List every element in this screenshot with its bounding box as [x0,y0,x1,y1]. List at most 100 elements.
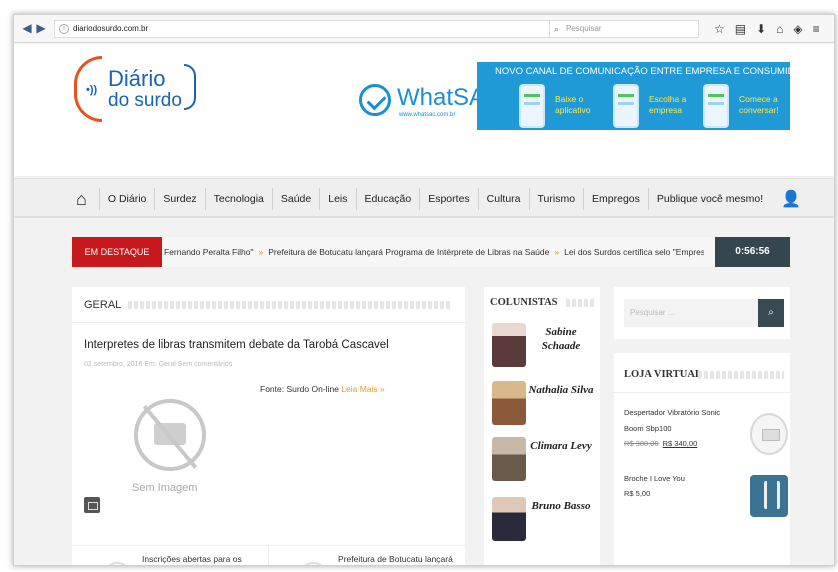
section-stripes [122,301,451,309]
related-post-title[interactable]: Prefeitura de Botucatu lançará [338,554,453,564]
product-price: R$ 380,00 R$ 340,00 [624,439,697,448]
chevron-right-icon: » [258,247,264,257]
info-icon[interactable]: i [59,24,69,34]
image-format-icon [84,497,100,513]
menu-item-surdez[interactable]: Surdez [154,188,204,210]
address-bar[interactable]: i diariodosurdo.com.br ↻ [54,20,634,40]
related-thumb[interactable] [102,562,132,565]
site-logo[interactable]: •)) Diário do surdo [74,56,204,126]
columnists-label: COLUNISTAS [490,297,558,308]
columnist-photo [492,497,526,541]
whatsac-url: www.whatsac.com.br [399,112,456,118]
menu-item-empregos[interactable]: Empregos [583,188,648,210]
related-thumb[interactable] [298,562,328,565]
menu-icon[interactable]: ≡ [813,20,820,38]
whatsac-logo[interactable]: WhatSAC www.whatsac.com.br [359,82,502,132]
browser-search-placeholder: Pesquisar [566,24,602,33]
logo-line2: do surdo [108,90,182,111]
brooch-image[interactable] [750,475,788,517]
logo-right-arc [184,64,196,110]
site-header: •)) Diário do surdo WhatSAC www.whatsac.… [14,44,834,176]
banner-step-label: Escolha a empresa [649,94,687,115]
ticker-item[interactable]: Fernando Peralta Filho" [164,247,253,257]
ticker-item[interactable]: Prefeitura de Botucatu lançará Programa … [268,247,549,257]
columnist-name: Bruno Basso [531,500,591,512]
banner-step: Baixe o aplicativo [519,80,619,130]
browser-window: ◀ ▶ i diariodosurdo.com.br ↻ ⌕ Pesquisar… [13,14,835,566]
columnist-item[interactable]: Bruno Basso [492,495,596,545]
columnist-item[interactable]: Sabine Schaade [492,321,596,371]
bookmark-star-icon[interactable]: ☆ [714,20,725,38]
ad-banner[interactable]: NOVO CANAL DE COMUNICAÇÃO ENTRE EMPRESA … [477,62,790,130]
columnist-item[interactable]: Climara Levy [492,435,596,485]
ticker-tag: EM DESTAQUE [72,237,162,267]
banner-step: Escolha a empresa [613,80,713,130]
read-more-link[interactable]: Leia Mais » [341,384,384,394]
chevron-right-icon: » [554,247,560,257]
download-icon[interactable]: ⬇ [756,20,766,38]
product-name[interactable]: Broche I Love You [624,471,732,487]
columnist-photo [492,323,526,367]
menu-item-o-diario[interactable]: O Diário [98,188,155,210]
main-content: GERAL Interpretes de libras transmitem d… [72,287,465,565]
menu-item-turismo[interactable]: Turismo [528,188,584,210]
columnist-name: Climara Levy [530,440,592,452]
section-stripes [566,299,594,307]
chat-bubble-icon [359,84,391,116]
menu-item-publique[interactable]: Publique você mesmo! [647,188,771,210]
main-menu: ⌂ O Diário Surdez Tecnologia Saúde Leis … [14,178,834,218]
shop-label: LOJA VIRTUAL [624,369,702,380]
menu-item-esportes[interactable]: Esportes [419,188,477,210]
phone-icon [613,84,639,128]
search-icon: ⌕ [554,24,560,34]
columnist-photo [492,437,526,481]
menu-item-saude[interactable]: Saúde [271,188,319,210]
section-stripes [698,371,784,379]
ticker-clock: 0:56:56 [715,237,790,267]
menu-item-educacao[interactable]: Educação [355,188,420,210]
menu-item-tecnologia[interactable]: Tecnologia [204,188,272,210]
menu-item-leis[interactable]: Leis [319,188,355,210]
ticker-text: Fernando Peralta Filho" » Prefeitura de Bo… [164,237,704,267]
sound-waves-icon: •)) [86,84,98,96]
post-source: Fonte: Surdo On-line Leia Mais » [260,384,385,394]
banner-step-label: Baixe o aplicativo [555,94,591,115]
banner-headline: NOVO CANAL DE COMUNICAÇÃO ENTRE EMPRESA … [495,66,790,77]
banner-step-label: Comece a conversar! [739,94,779,115]
home-icon[interactable]: ⌂ [76,189,87,210]
browser-search-input[interactable]: ⌕ Pesquisar [549,20,699,38]
shop-header: LOJA VIRTUAL [614,353,790,393]
ticker-item[interactable]: Lei dos Surdos certifica selo "Empresa A… [564,247,704,257]
product-name[interactable]: Despertador Vibratório Sonic Boom Sbp100 [624,405,732,437]
user-icon[interactable]: 👤 [781,189,801,209]
back-icon[interactable]: ◀ [20,21,34,35]
home-icon[interactable]: ⌂ [776,20,783,38]
search-icon: ⌕ [768,307,774,318]
related-posts: Inscrições abertas para os Prefeitura de… [72,545,465,565]
section-header: GERAL [72,287,465,323]
sidebar-search: Pesquisar ... ⌕ [614,287,790,339]
post-title[interactable]: Interpretes de libras transmitem debate … [84,339,389,351]
columnist-name: Sabine Schaade [541,326,581,352]
columnist-photo [492,381,526,425]
post-meta: 02 setembro, 2016 Em: Geral Sem comentár… [84,361,233,368]
product-new-price: R$ 340,00 [662,439,698,448]
forward-icon[interactable]: ▶ [34,21,48,35]
section-label: GERAL [84,299,128,311]
vibrating-alarm-clock-image[interactable] [750,413,788,455]
sidebar-search-input[interactable]: Pesquisar ... [624,299,758,327]
columnist-item[interactable]: Nathalia Silva [492,379,596,429]
search-button[interactable]: ⌕ [758,299,784,327]
menu-item-cultura[interactable]: Cultura [477,188,529,210]
related-post-title[interactable]: Inscrições abertas para os [142,554,242,564]
product-old-price: R$ 380,00 [624,439,659,448]
reading-list-icon[interactable]: ▤ [735,20,746,38]
columnist-name: Nathalia Silva [528,384,594,396]
phone-icon [703,84,729,128]
pocket-icon[interactable]: ◈ [793,20,802,38]
browser-toolbar: ◀ ▶ i diariodosurdo.com.br ↻ ⌕ Pesquisar… [14,15,834,43]
product-new-price: R$ 5,00 [624,489,651,498]
phone-icon [519,84,545,128]
logo-line1: Diário [108,66,166,91]
url-text: diariodosurdo.com.br [73,24,149,33]
